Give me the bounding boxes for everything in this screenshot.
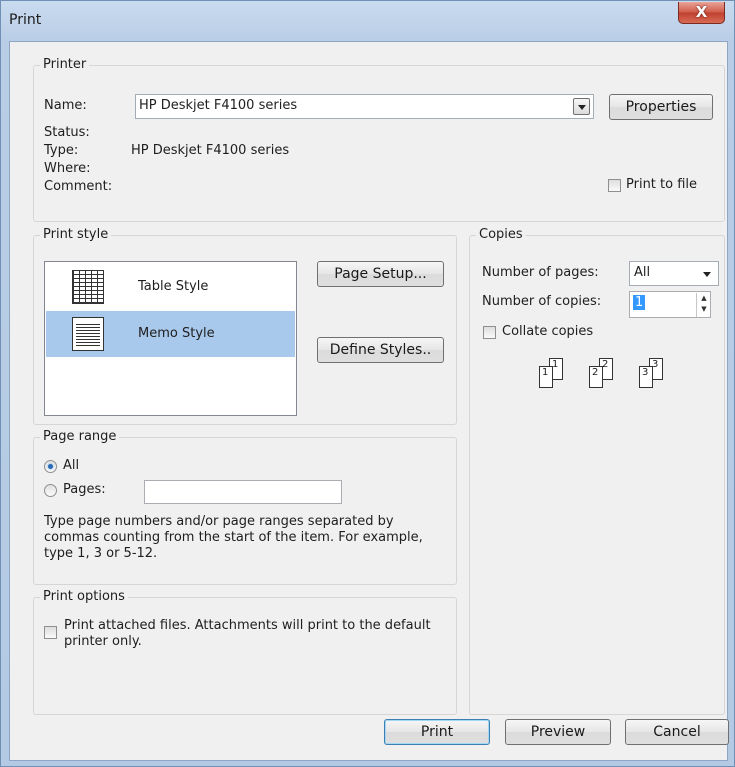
print-button[interactable]: Print bbox=[384, 719, 490, 745]
pages-input[interactable] bbox=[144, 480, 342, 504]
number-of-pages-label: Number of pages: bbox=[482, 265, 599, 280]
title-bar[interactable]: Print X bbox=[1, 1, 734, 41]
print-to-file-label[interactable]: Print to file bbox=[626, 177, 697, 192]
status-label: Status: bbox=[44, 125, 90, 140]
page-range-group: Page range All Pages: Type page numbers … bbox=[33, 429, 457, 585]
print-options-group: Print options Print attached files. Atta… bbox=[33, 589, 457, 715]
comment-label: Comment: bbox=[44, 179, 113, 194]
number-of-copies-value: 1 bbox=[633, 295, 646, 310]
style-item-label: Table Style bbox=[138, 279, 209, 294]
spin-down-icon[interactable]: ▼ bbox=[697, 304, 711, 315]
print-style-list[interactable]: Table Style Memo Style bbox=[44, 261, 297, 416]
printer-dropdown-button[interactable] bbox=[573, 98, 590, 115]
close-icon: X bbox=[695, 3, 708, 21]
printer-group-label: Printer bbox=[40, 57, 90, 72]
print-style-group-label: Print style bbox=[40, 227, 112, 242]
print-style-group: Print style Table Style Memo Style Page … bbox=[33, 227, 457, 425]
number-of-pages-select[interactable]: All bbox=[629, 261, 719, 286]
pages-radio[interactable] bbox=[44, 484, 57, 497]
page-range-help-text: Type page numbers and/or page ranges sep… bbox=[44, 514, 423, 561]
copies-group-label: Copies bbox=[476, 227, 526, 242]
name-label: Name: bbox=[44, 98, 87, 113]
cancel-button[interactable]: Cancel bbox=[625, 719, 729, 745]
style-item-table[interactable]: Table Style bbox=[46, 264, 295, 310]
chevron-down-icon bbox=[577, 105, 586, 110]
printer-group: Printer Name: HP Deskjet F4100 series Pr… bbox=[33, 57, 725, 222]
memo-style-icon bbox=[72, 317, 104, 351]
style-item-memo[interactable]: Memo Style bbox=[46, 311, 295, 357]
where-label: Where: bbox=[44, 161, 91, 176]
print-options-group-label: Print options bbox=[40, 589, 128, 604]
table-style-icon bbox=[72, 270, 104, 304]
pages-label[interactable]: Pages: bbox=[63, 482, 106, 497]
properties-button[interactable]: Properties bbox=[609, 94, 713, 120]
all-radio[interactable] bbox=[44, 460, 57, 473]
copies-group: Copies Number of pages: All Number of co… bbox=[469, 227, 725, 715]
preview-button[interactable]: Preview bbox=[505, 719, 611, 745]
define-styles-button[interactable]: Define Styles.. bbox=[317, 337, 444, 363]
chevron-down-icon[interactable] bbox=[703, 266, 711, 281]
print-to-file-checkbox[interactable] bbox=[608, 179, 621, 192]
collate-checkbox[interactable] bbox=[483, 326, 496, 339]
page-range-group-label: Page range bbox=[40, 429, 120, 444]
collate-page: 1 bbox=[539, 366, 553, 388]
print-dialog: Print X Printer Name: HP Deskjet F4100 s… bbox=[0, 0, 735, 767]
number-of-copies-label: Number of copies: bbox=[482, 294, 602, 309]
window-title: Print bbox=[9, 12, 42, 28]
number-of-copies-input[interactable]: 1 ▲ ▼ bbox=[629, 291, 711, 318]
dialog-client-area: Printer Name: HP Deskjet F4100 series Pr… bbox=[9, 41, 729, 761]
type-label: Type: bbox=[44, 143, 79, 158]
all-label[interactable]: All bbox=[63, 458, 79, 473]
collate-label[interactable]: Collate copies bbox=[502, 324, 593, 339]
printer-name-value: HP Deskjet F4100 series bbox=[139, 98, 298, 113]
spin-up-icon[interactable]: ▲ bbox=[697, 293, 711, 304]
collate-page: 2 bbox=[589, 366, 603, 388]
number-of-pages-value: All bbox=[634, 265, 651, 280]
print-attached-files-label[interactable]: Print attached files. Attachments will p… bbox=[64, 618, 454, 650]
close-button[interactable]: X bbox=[678, 2, 725, 24]
collate-page: 3 bbox=[639, 366, 653, 388]
page-setup-button[interactable]: Page Setup... bbox=[317, 261, 444, 287]
style-item-label: Memo Style bbox=[138, 326, 215, 341]
type-value: HP Deskjet F4100 series bbox=[131, 143, 290, 158]
print-attached-files-checkbox[interactable] bbox=[44, 626, 57, 639]
copies-spinner[interactable]: ▲ ▼ bbox=[696, 293, 711, 317]
printer-name-select[interactable]: HP Deskjet F4100 series bbox=[135, 94, 594, 119]
